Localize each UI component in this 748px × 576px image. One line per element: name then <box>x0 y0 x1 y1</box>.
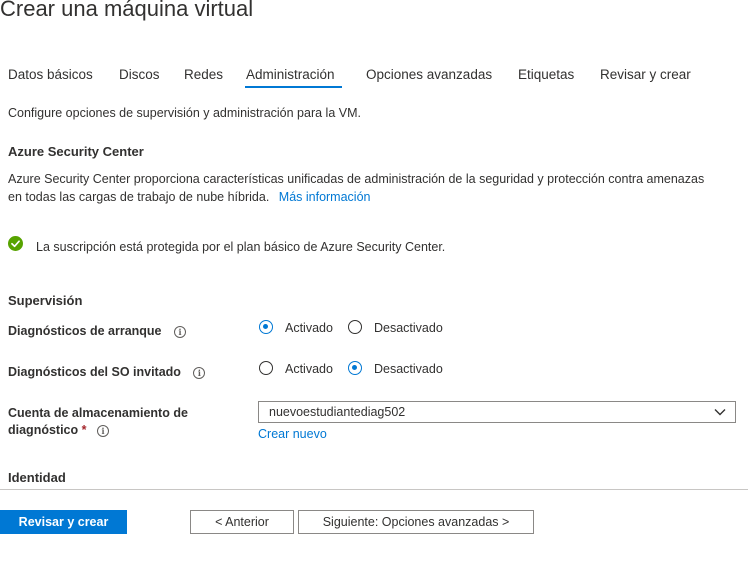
security-center-heading: Azure Security Center <box>8 144 144 159</box>
security-center-text-line2: en todas las cargas de trabajo de nube h… <box>8 190 370 204</box>
boot-diagnostics-on-radio[interactable] <box>259 320 273 334</box>
identity-heading: Identidad <box>8 470 66 485</box>
guest-os-diagnostics-label-text: Diagnósticos del SO invitado <box>8 365 181 379</box>
page-title: Crear una máquina virtual <box>0 0 254 21</box>
storage-account-label-line1: Cuenta de almacenamiento de <box>8 406 188 420</box>
tab-revisar-y-crear[interactable]: Revisar y crear <box>600 67 691 82</box>
tab-discos[interactable]: Discos <box>119 67 160 82</box>
storage-account-label-line2: diagnóstico * i <box>8 423 109 437</box>
tab-redes[interactable]: Redes <box>184 67 223 82</box>
guest-os-diagnostics-on-label[interactable]: Activado <box>285 362 333 376</box>
tab-opciones-avanzadas[interactable]: Opciones avanzadas <box>366 67 492 82</box>
boot-diagnostics-on-label[interactable]: Activado <box>285 321 333 335</box>
storage-account-select[interactable]: nuevoestudiantediag502 <box>258 401 736 423</box>
guest-os-diagnostics-on-radio[interactable] <box>259 361 273 375</box>
guest-os-diagnostics-label: Diagnósticos del SO invitado i <box>8 365 206 379</box>
info-icon[interactable]: i <box>97 425 109 437</box>
active-tab-indicator <box>245 86 342 88</box>
storage-account-label-text: diagnóstico <box>8 423 79 437</box>
guest-os-diagnostics-off-radio[interactable] <box>348 361 362 375</box>
storage-account-value: nuevoestudiantediag502 <box>269 405 406 419</box>
boot-diagnostics-off-label[interactable]: Desactivado <box>374 321 443 335</box>
create-new-link[interactable]: Crear nuevo <box>258 427 327 441</box>
boot-diagnostics-label: Diagnósticos de arranque i <box>8 324 186 338</box>
page-description: Configure opciones de supervisión y admi… <box>8 106 361 120</box>
boot-diagnostics-off-radio[interactable] <box>348 320 362 334</box>
tab-datos-basicos[interactable]: Datos básicos <box>8 67 93 82</box>
tab-etiquetas[interactable]: Etiquetas <box>518 67 574 82</box>
guest-os-diagnostics-off-label[interactable]: Desactivado <box>374 362 443 376</box>
review-create-button[interactable]: Revisar y crear <box>0 510 127 534</box>
next-button[interactable]: Siguiente: Opciones avanzadas > <box>298 510 534 534</box>
info-icon[interactable]: i <box>174 326 186 338</box>
security-center-text-line1: Azure Security Center proporciona caract… <box>8 172 705 186</box>
security-center-text: en todas las cargas de trabajo de nube h… <box>8 190 270 204</box>
footer-divider <box>0 489 748 490</box>
tab-administracion[interactable]: Administración <box>246 67 335 82</box>
checkmark-circle-icon <box>8 236 23 251</box>
security-status-text: La suscripción está protegida por el pla… <box>36 240 446 254</box>
chevron-down-icon <box>713 405 727 419</box>
info-icon[interactable]: i <box>193 367 206 379</box>
monitoring-heading: Supervisión <box>8 293 83 308</box>
more-info-link[interactable]: Más información <box>279 190 371 204</box>
boot-diagnostics-label-text: Diagnósticos de arranque <box>8 324 162 338</box>
previous-button[interactable]: < Anterior <box>190 510 294 534</box>
required-mark: * <box>81 423 87 437</box>
